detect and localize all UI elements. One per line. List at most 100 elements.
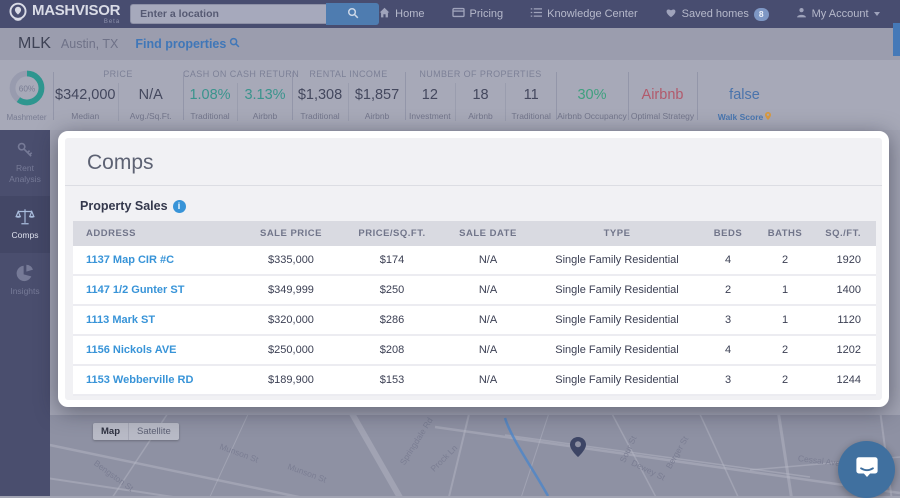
coc-airbnb-value: 3.13%	[244, 87, 286, 103]
sidebar-item-insights[interactable]: Insights	[0, 253, 50, 309]
city-label: Austin, TX	[60, 37, 119, 51]
location-search-input[interactable]	[130, 4, 327, 24]
price-avg-value: N/A	[138, 87, 163, 103]
numprops-label: NUMBER OF PROPERTIES	[419, 69, 542, 79]
saved-homes-badge: 8	[753, 7, 769, 21]
sidebar-comps-label: Comps	[11, 230, 39, 241]
strategy-sub: Optimal Strategy	[630, 111, 695, 121]
page-scrollbar-thumb[interactable]	[893, 23, 900, 56]
occupancy-sub: Airbnb Occupancy	[557, 111, 627, 121]
address-link[interactable]: 1153 Webberville RD	[73, 365, 240, 396]
location-subheader: MLK Austin, TX Find properties	[0, 28, 900, 60]
sale-date-cell: N/A	[442, 365, 534, 396]
address-link[interactable]: 1113 Mark ST	[73, 305, 240, 336]
nav-account-label: My Account	[811, 8, 869, 20]
map-canvas[interactable]: Bengston St Munson St Munson St Springda…	[50, 415, 900, 496]
mashvisor-logo-icon	[8, 2, 28, 27]
search-button[interactable]	[326, 3, 380, 25]
nav-saved-homes[interactable]: Saved homes 8	[665, 7, 769, 21]
map-type-control: Map Satellite	[93, 423, 179, 440]
beds-cell: 4	[700, 335, 756, 366]
nav-knowledge-center[interactable]: Knowledge Center	[530, 7, 638, 21]
modal-header: Comps	[65, 138, 882, 186]
address-link[interactable]: 1156 Nickols AVE	[73, 335, 240, 366]
pricing-card-icon	[451, 7, 465, 21]
info-icon[interactable]: i	[172, 199, 186, 213]
sqft-cell: 1202	[814, 335, 876, 366]
col-price-sqft: PRICE/SQ.FT.	[342, 221, 442, 246]
comps-modal: Comps Property Sales i ADDRESS SALE PRIC…	[58, 131, 889, 407]
coc-traditional-sub: Traditional	[190, 111, 230, 121]
property-map-pin[interactable]	[570, 437, 586, 457]
beds-cell: 2	[700, 275, 756, 306]
nav-pricing[interactable]: Pricing	[451, 7, 504, 21]
strategy-value: Airbnb	[641, 87, 684, 103]
sale-price-cell: $320,000	[240, 305, 342, 336]
user-icon	[796, 7, 807, 21]
baths-cell: 2	[756, 365, 814, 396]
list-icon	[530, 7, 543, 21]
sidebar-item-rent-analysis[interactable]: Rent Analysis	[0, 130, 50, 196]
heart-icon	[665, 7, 677, 21]
col-address: ADDRESS	[73, 221, 240, 246]
col-type: TYPE	[534, 221, 700, 246]
nav-home[interactable]: Home	[379, 7, 425, 21]
logo-beta-label: Beta	[103, 19, 121, 25]
nav-my-account[interactable]: My Account	[796, 7, 880, 21]
coc-airbnb-sub: Airbnb	[252, 111, 278, 121]
sqft-cell: 1120	[814, 305, 876, 336]
logo-text: MASHVISOR	[32, 2, 121, 19]
nav-home-label: Home	[395, 8, 425, 20]
sale-date-cell: N/A	[442, 275, 534, 306]
numprops-airbnb-sub: Airbnb	[468, 111, 493, 121]
address-link[interactable]: 1137 Map CIR #C	[73, 246, 240, 276]
sale-date-cell: N/A	[442, 305, 534, 336]
col-sale-price: SALE PRICE	[240, 221, 342, 246]
price-label: PRICE	[103, 69, 133, 79]
address-link[interactable]: 1147 1/2 Gunter ST	[73, 275, 240, 306]
col-baths: BATHS	[756, 221, 814, 246]
sale-price-cell: $189,900	[240, 365, 342, 396]
walkscore-link[interactable]: Walk Score	[718, 112, 772, 122]
type-cell: Single Family Residential	[534, 305, 700, 336]
stat-rental-income: RENTAL INCOME $1,308 Traditional $1,857 …	[292, 60, 405, 130]
mashvisor-logo[interactable]: MASHVISOR Beta	[8, 2, 120, 27]
home-icon	[379, 7, 390, 21]
chat-launcher-button[interactable]	[838, 441, 895, 498]
rental-airbnb-sub: Airbnb	[364, 111, 390, 121]
price-sqft-cell: $174	[342, 246, 442, 276]
occupancy-value: 30%	[577, 87, 607, 103]
map-type-map-button[interactable]: Map	[93, 423, 128, 440]
coc-traditional-value: 1.08%	[189, 87, 231, 103]
pie-chart-icon	[2, 264, 48, 282]
walkscore-label: Walk Score	[717, 112, 764, 122]
search-icon	[347, 7, 359, 22]
sidebar-rent-label: Rent Analysis	[9, 163, 41, 184]
sqft-cell: 1920	[814, 246, 876, 276]
modal-body: Property Sales i ADDRESS SALE PRICE PRIC…	[65, 186, 882, 400]
stat-cash-on-cash: CASH ON CASH RETURN 1.08% Traditional 3.…	[183, 60, 299, 130]
type-cell: Single Family Residential	[534, 365, 700, 396]
col-beds: BEDS	[700, 221, 756, 246]
col-sale-date: SALE DATE	[442, 221, 534, 246]
beds-cell: 3	[700, 365, 756, 396]
price-sqft-cell: $250	[342, 275, 442, 306]
price-median-sub: Median	[71, 111, 100, 121]
baths-cell: 2	[756, 335, 814, 366]
section-title: Property Sales	[80, 199, 168, 213]
beds-cell: 3	[700, 305, 756, 336]
key-icon	[2, 141, 48, 159]
price-sqft-cell: $153	[342, 365, 442, 396]
sqft-cell: 1400	[814, 275, 876, 306]
sale-date-cell: N/A	[442, 335, 534, 366]
sqft-cell: 1244	[814, 365, 876, 396]
chevron-down-icon	[873, 12, 880, 16]
map-type-satellite-button[interactable]: Satellite	[128, 423, 179, 440]
nav-pricing-label: Pricing	[469, 8, 504, 20]
chat-icon	[854, 454, 880, 485]
find-properties-link[interactable]: Find properties	[135, 37, 240, 51]
sidebar-item-comps[interactable]: Comps	[0, 196, 50, 253]
rental-traditional-sub: Traditional	[300, 111, 340, 121]
mashmeter-label: Mashmeter	[6, 113, 47, 122]
baths-cell: 2	[756, 246, 814, 276]
